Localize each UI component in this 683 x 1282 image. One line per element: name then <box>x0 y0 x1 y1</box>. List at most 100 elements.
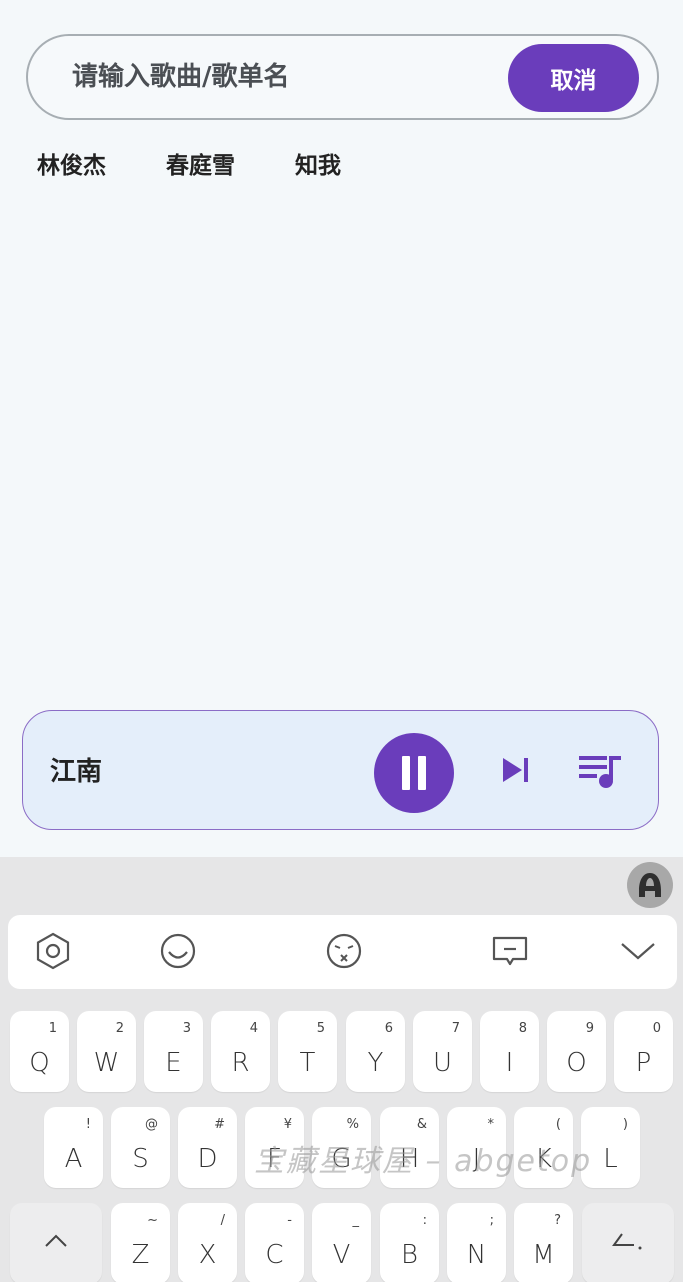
clipboard-icon[interactable] <box>490 931 530 971</box>
key-label: S <box>132 1144 149 1174</box>
key-label: C <box>265 1240 284 1270</box>
key-u[interactable]: 7U <box>413 1011 472 1092</box>
key-label: H <box>399 1144 420 1174</box>
key-sup: @ <box>145 1117 158 1132</box>
key-label: J <box>472 1144 481 1174</box>
key-d[interactable]: # D <box>178 1107 237 1188</box>
emoji-face-icon[interactable] <box>324 931 364 971</box>
skip-next-icon[interactable] <box>501 755 531 785</box>
key-c[interactable]: -C <box>245 1203 304 1282</box>
key-sup: : <box>422 1213 427 1228</box>
backspace-key[interactable] <box>582 1203 674 1282</box>
key-h[interactable]: & H <box>380 1107 439 1188</box>
key-sup: ; <box>489 1213 494 1228</box>
key-label: U <box>432 1048 453 1078</box>
key-k[interactable]: (K <box>514 1107 573 1188</box>
key-label: W <box>93 1048 120 1078</box>
key-label: T <box>299 1048 316 1078</box>
key-sup: 5 <box>316 1021 325 1036</box>
key-sup: 6 <box>384 1021 393 1036</box>
key-w[interactable]: 2W <box>77 1011 136 1092</box>
key-label: D <box>197 1144 218 1174</box>
key-sup: ~ <box>147 1213 158 1228</box>
key-x[interactable]: / X <box>178 1203 237 1282</box>
keyboard-avatar-icon[interactable] <box>627 862 673 908</box>
mini-player[interactable]: 江南 <box>22 710 659 830</box>
pause-icon <box>398 756 430 790</box>
key-sup: 3 <box>182 1021 191 1036</box>
history-item[interactable]: 林俊杰 <box>37 148 106 184</box>
key-a[interactable]: ! A <box>44 1107 103 1188</box>
key-sup: * <box>487 1117 495 1132</box>
pause-button[interactable] <box>374 733 454 813</box>
key-label: X <box>198 1240 217 1270</box>
key-label: Z <box>131 1240 150 1270</box>
key-e[interactable]: 3E <box>144 1011 203 1092</box>
key-m[interactable]: ? M <box>514 1203 573 1282</box>
key-label: P <box>635 1048 652 1078</box>
key-y[interactable]: 6Y <box>346 1011 405 1092</box>
history-item[interactable]: 知我 <box>295 148 341 184</box>
key-sup: ( <box>555 1117 561 1132</box>
key-o[interactable]: 9O <box>547 1011 606 1092</box>
key-sup: 1 <box>48 1021 57 1036</box>
shift-key[interactable] <box>10 1203 102 1282</box>
key-f[interactable]: ¥ F <box>245 1107 304 1188</box>
key-s[interactable]: @ S <box>111 1107 170 1188</box>
key-label: I <box>505 1048 514 1078</box>
emoji-smile-icon[interactable] <box>158 931 198 971</box>
key-sup: _ <box>352 1213 360 1228</box>
key-v[interactable]: _ V <box>312 1203 371 1282</box>
key-label: G <box>331 1144 352 1174</box>
settings-hexagon-icon[interactable] <box>33 931 73 971</box>
key-j[interactable]: * J <box>447 1107 506 1188</box>
history-item[interactable]: 春庭雪 <box>166 148 235 184</box>
key-sup: 4 <box>249 1021 258 1036</box>
key-sup: % <box>346 1117 359 1132</box>
search-history: 林俊杰 春庭雪 知我 <box>37 148 401 184</box>
cancel-button[interactable]: 取消 <box>508 44 639 112</box>
key-t[interactable]: 5T <box>278 1011 337 1092</box>
key-q[interactable]: 1Q <box>10 1011 69 1092</box>
soft-keyboard: 1Q 2W 3E 4R 5T 6Y 7U 8I 9O 0P ! A @ S # D ¥… <box>0 857 683 1282</box>
key-label: E <box>165 1048 182 1078</box>
key-p[interactable]: 0P <box>614 1011 673 1092</box>
key-sup: / <box>220 1213 225 1228</box>
key-sup: 2 <box>115 1021 124 1036</box>
key-label: V <box>332 1240 351 1270</box>
key-label: Q <box>29 1048 50 1078</box>
key-sup: & <box>416 1117 427 1132</box>
key-sup: ? <box>554 1213 561 1228</box>
key-label: A <box>64 1144 83 1174</box>
key-label: N <box>466 1240 487 1270</box>
key-label: F <box>267 1144 282 1174</box>
key-sup: 8 <box>518 1021 527 1036</box>
collapse-chevron-icon[interactable] <box>618 931 658 971</box>
key-z[interactable]: ~ Z <box>111 1203 170 1282</box>
search-bar: 取消 <box>26 34 659 120</box>
key-sup: # <box>214 1117 225 1132</box>
playlist-icon[interactable] <box>579 753 623 789</box>
key-sup: ¥ <box>283 1117 292 1132</box>
key-r[interactable]: 4R <box>211 1011 270 1092</box>
key-label: B <box>400 1240 419 1270</box>
key-label: Y <box>367 1048 384 1078</box>
key-i[interactable]: 8I <box>480 1011 539 1092</box>
key-sup: ) <box>622 1117 628 1132</box>
shift-chevron-icon <box>45 1234 67 1247</box>
key-g[interactable]: % G <box>312 1107 371 1188</box>
key-l[interactable]: ) L <box>581 1107 640 1188</box>
key-sup: 7 <box>451 1021 460 1036</box>
key-label: K <box>534 1144 553 1174</box>
backspace-icon <box>612 1233 642 1250</box>
key-b[interactable]: :B <box>380 1203 439 1282</box>
key-sup: ! <box>85 1117 91 1132</box>
song-title: 江南 <box>50 757 103 787</box>
keyboard-logo-icon <box>639 873 661 897</box>
keyboard-toolbar <box>8 915 677 989</box>
key-label: L <box>603 1144 618 1174</box>
key-n[interactable]: ; N <box>447 1203 506 1282</box>
search-input[interactable] <box>72 36 492 118</box>
key-sup: - <box>287 1213 292 1228</box>
key-label: O <box>566 1048 587 1078</box>
